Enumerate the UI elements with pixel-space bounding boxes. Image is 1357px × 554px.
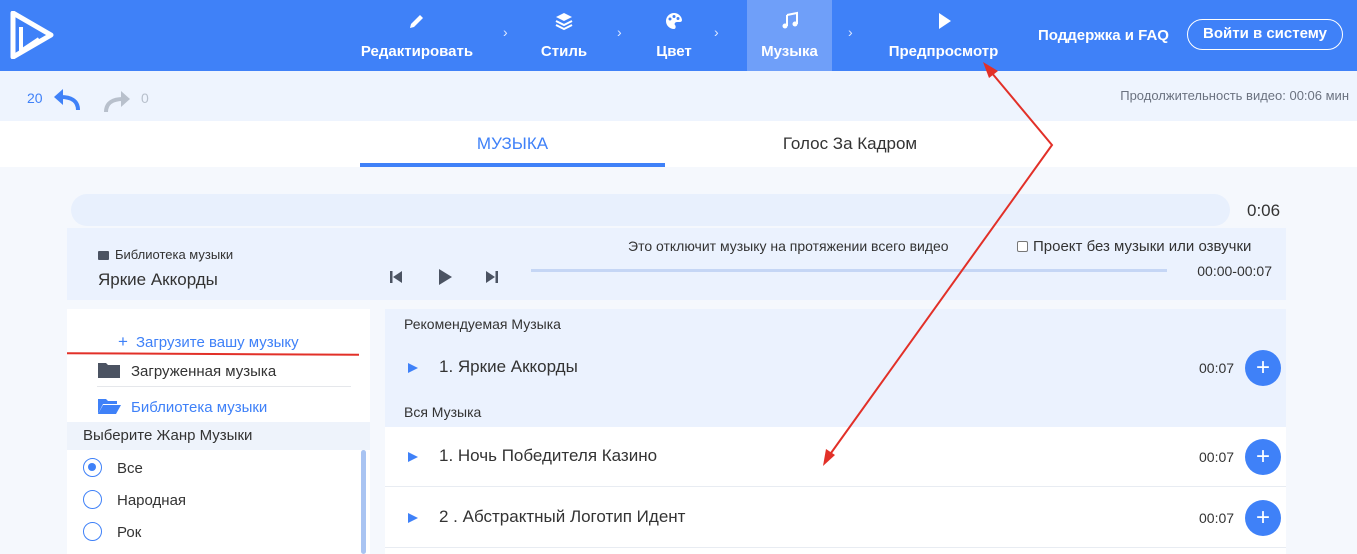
tab-voiceover[interactable]: Голос За Кадром [700,121,1000,167]
add-track-button[interactable]: + [1245,500,1281,536]
radio[interactable] [83,522,102,541]
library-label: Библиотека музыки [98,247,233,262]
track-duration: 00:07 [1199,360,1235,376]
step-style[interactable]: Стиль [530,0,598,71]
toolbar: 20 0 Продолжительность видео: 00:06 мин [0,71,1357,121]
play-button[interactable] [436,268,454,286]
track-duration: 00:07 [1199,510,1235,526]
music-player: Библиотека музыки Яркие Аккорды Это откл… [67,228,1286,300]
step-separator: › [617,24,622,40]
genre-scrollbar[interactable] [361,450,366,554]
step-separator: › [503,24,508,40]
music-note-icon [782,11,798,29]
music-library-label: Библиотека музыки [131,399,268,416]
tab-bar: МУЗЫКА Голос За Кадром [0,121,1357,167]
add-track-button[interactable]: + [1245,439,1281,475]
genre-label: Все [117,460,143,477]
track-name: 1. Ночь Победителя Казино [439,446,658,465]
logo-icon[interactable] [9,11,55,59]
radio-selected[interactable] [83,458,102,477]
all-music-heading: Вся Музыка [385,398,1286,427]
play-icon[interactable] [407,512,419,524]
recommended-heading: Рекомендуемая Музыка [385,309,1286,339]
tab-music[interactable]: МУЗЫКА [360,121,665,167]
upload-music-link[interactable]: + Загрузите вашу музыку [118,332,299,352]
support-link[interactable]: Поддержка и FAQ [1038,27,1169,44]
no-music-label: Проект без музыки или озвучки [1033,238,1252,255]
pencil-icon [410,15,423,28]
step-color[interactable]: Цвет [644,0,704,71]
folder-icon [98,363,120,378]
no-music-note: Это отключит музыку на протяжении всего … [628,238,949,254]
step-color-label: Цвет [656,43,692,60]
uploaded-music-item[interactable]: Загруженная музыка [97,358,276,380]
music-source-panel: + Загрузите вашу музыку Загруженная музык… [66,309,370,554]
next-track-icon[interactable] [483,268,501,286]
radio[interactable] [83,490,102,509]
play-icon[interactable] [407,451,419,463]
music-list: Рекомендуемая Музыка 1. Яркие Аккорды 00… [385,309,1286,554]
redo-count: 0 [141,90,149,106]
genre-option-all[interactable]: Все [83,454,143,477]
upload-music-label: Загрузите вашу музыку [135,334,299,351]
video-progress-bar[interactable] [71,194,1230,226]
folder-open-icon [98,399,121,414]
track-range: 00:00-00:07 [1197,263,1272,279]
genre-option-folk[interactable]: Народная [83,486,186,509]
genre-option-rock[interactable]: Рок [83,518,141,541]
step-edit-label: Редактировать [360,43,474,60]
track-seek-bar[interactable] [531,269,1167,272]
uploaded-music-label: Загруженная музыка [131,363,277,380]
track-row[interactable]: 2 . Абстрактный Логотип Идент 00:07 + [385,488,1286,548]
top-bar: Редактировать › Стиль › Цвет › Музыка › … [0,0,1357,71]
previous-track-icon[interactable] [387,268,405,286]
play-icon[interactable] [407,362,419,374]
track-name: 1. Яркие Аккорды [439,357,578,376]
track-name: 2 . Абстрактный Логотип Идент [439,507,686,526]
add-track-button[interactable]: + [1245,350,1281,386]
undo-icon[interactable] [52,88,80,112]
current-track: Яркие Аккорды [98,270,218,289]
plus-icon: + [118,332,128,351]
annotation-underline [66,352,360,356]
step-separator: › [714,24,719,40]
music-library-item[interactable]: Библиотека музыки [97,394,267,416]
step-separator: › [848,24,853,40]
undo-count: 20 [27,90,43,106]
login-button[interactable]: Войти в систему [1187,19,1343,50]
video-duration: Продолжительность видео: 00:06 мин [1120,88,1349,103]
track-row[interactable]: 1. Ночь Победителя Казино 00:07 + [385,427,1286,487]
step-edit[interactable]: Редактировать [355,0,479,71]
genre-label: Рок [117,524,142,541]
track-duration: 00:07 [1199,449,1235,465]
step-preview[interactable]: Предпросмотр [881,0,1006,71]
library-label-text: Библиотека музыки [115,247,234,262]
palette-icon [666,12,682,29]
progress-time: 0:06 [1247,201,1281,220]
step-music[interactable]: Музыка [747,0,832,71]
folder-icon [98,251,109,260]
divider [97,386,351,387]
genre-label: Народная [117,492,187,509]
no-music-checkbox[interactable] [1017,241,1028,252]
step-style-label: Стиль [540,43,588,60]
play-icon [938,13,951,29]
track-row[interactable]: 1. Яркие Аккорды 00:07 + [385,338,1286,398]
no-music-option[interactable]: Проект без музыки или озвучки [1017,238,1251,255]
genre-heading: Выберите Жанр Музыки [67,422,370,450]
step-preview-label: Предпросмотр [888,43,999,60]
redo-icon[interactable] [104,90,132,114]
layers-icon [555,13,573,31]
step-music-label: Музыка [761,43,818,60]
